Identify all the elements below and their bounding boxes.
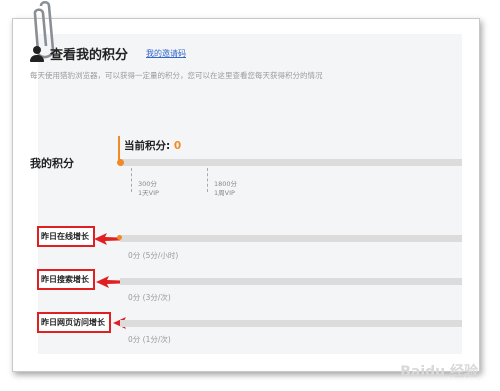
- milestone-2-points: 1800分: [214, 180, 238, 188]
- online-growth-bar: [120, 235, 462, 242]
- points-progress-marker: [117, 159, 124, 166]
- milestone-1-points: 300分: [138, 180, 157, 188]
- online-growth-value: 0分 (5分/小时): [128, 251, 179, 260]
- content-panel: [38, 34, 462, 354]
- my-points-label: 我的积分: [30, 157, 74, 170]
- milestone-2-tick: [207, 168, 208, 192]
- user-icon: [30, 45, 44, 62]
- current-points: 当前积分: 0: [124, 138, 181, 153]
- milestone-1: 300分 1天VIP: [138, 180, 159, 198]
- page-description: 每天使用猎豹浏览器，可以获得一定量的积分，您可以在这里查看您每天获得积分的情况: [30, 71, 323, 80]
- invite-code-link[interactable]: 我的邀请码: [146, 48, 186, 59]
- search-growth-value: 0分 (3分/次): [128, 293, 171, 302]
- search-growth-label: 昨日搜索增长: [37, 269, 95, 290]
- online-growth-label: 昨日在线增长: [37, 226, 95, 247]
- page-title: 查看我的积分: [50, 48, 129, 63]
- milestone-2-reward: 1周VIP: [214, 189, 235, 197]
- webpage-growth-value: 0分 (1分/次): [128, 335, 171, 344]
- webpage-growth-bar: [120, 320, 462, 327]
- current-points-value: 0: [173, 140, 182, 152]
- milestone-1-tick: [131, 168, 132, 192]
- title-row: 查看我的积分 我的邀请码: [30, 44, 186, 63]
- watermark: Baidu 经验: [400, 364, 478, 380]
- online-growth-marker: [117, 235, 122, 240]
- webpage-growth-label: 昨日网页访问增长: [37, 312, 111, 333]
- milestone-1-reward: 1天VIP: [138, 189, 159, 197]
- milestone-2: 1800分 1周VIP: [214, 180, 237, 198]
- points-progress-bar: [120, 159, 462, 166]
- current-points-label: 当前积分:: [124, 140, 171, 152]
- search-growth-bar: [120, 278, 462, 285]
